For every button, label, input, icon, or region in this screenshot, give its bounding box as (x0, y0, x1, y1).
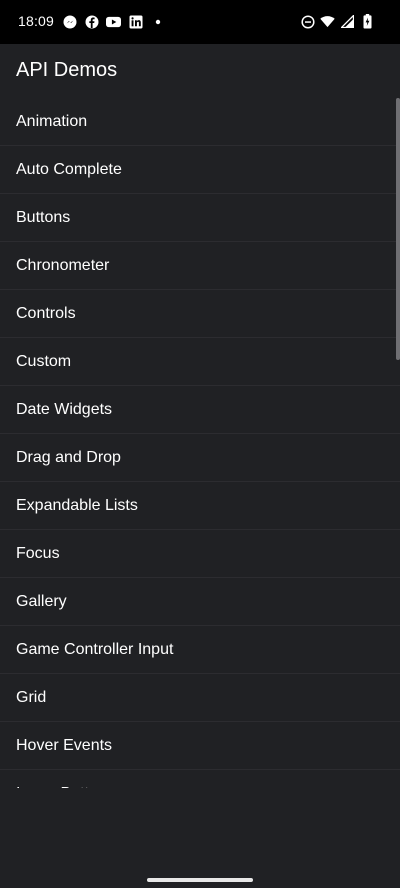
list-item-focus[interactable]: Focus (0, 530, 400, 578)
list-item-game-controller-input[interactable]: Game Controller Input (0, 626, 400, 674)
list-item-drag-and-drop[interactable]: Drag and Drop (0, 434, 400, 482)
list-item-auto-complete[interactable]: Auto Complete (0, 146, 400, 194)
wifi-icon (320, 14, 335, 29)
do-not-disturb-icon (300, 14, 315, 29)
list-item-chronometer[interactable]: Chronometer (0, 242, 400, 290)
status-time: 18:09 (18, 13, 55, 29)
list-item-animation[interactable]: Animation (0, 98, 400, 146)
status-bar: 18:09 (0, 0, 400, 44)
dot-icon (150, 14, 165, 29)
page-title: API Demos (16, 59, 118, 81)
list-item-buttons[interactable]: Buttons (0, 194, 400, 242)
messenger-icon (62, 14, 77, 29)
youtube-icon (106, 14, 121, 29)
list-item-grid[interactable]: Grid (0, 674, 400, 722)
list-item-image-button[interactable]: ImageButton (0, 770, 400, 789)
list-item-controls[interactable]: Controls (0, 290, 400, 338)
demo-list[interactable]: Animation Auto Complete Buttons Chronome… (0, 98, 400, 788)
battery-charging-icon (360, 14, 375, 29)
facebook-icon (84, 14, 99, 29)
list-item-expandable-lists[interactable]: Expandable Lists (0, 482, 400, 530)
navigation-bar (0, 848, 400, 888)
linkedin-icon (128, 14, 143, 29)
list-item-hover-events[interactable]: Hover Events (0, 722, 400, 770)
home-gesture-handle[interactable] (147, 878, 253, 882)
list-item-date-widgets[interactable]: Date Widgets (0, 386, 400, 434)
notification-icons (62, 14, 165, 29)
app-bar: API Demos (0, 44, 400, 98)
list-item-custom[interactable]: Custom (0, 338, 400, 386)
cell-signal-icon (340, 14, 355, 29)
list-scrollbar[interactable] (396, 98, 400, 360)
system-icons (300, 14, 375, 29)
list-item-gallery[interactable]: Gallery (0, 578, 400, 626)
